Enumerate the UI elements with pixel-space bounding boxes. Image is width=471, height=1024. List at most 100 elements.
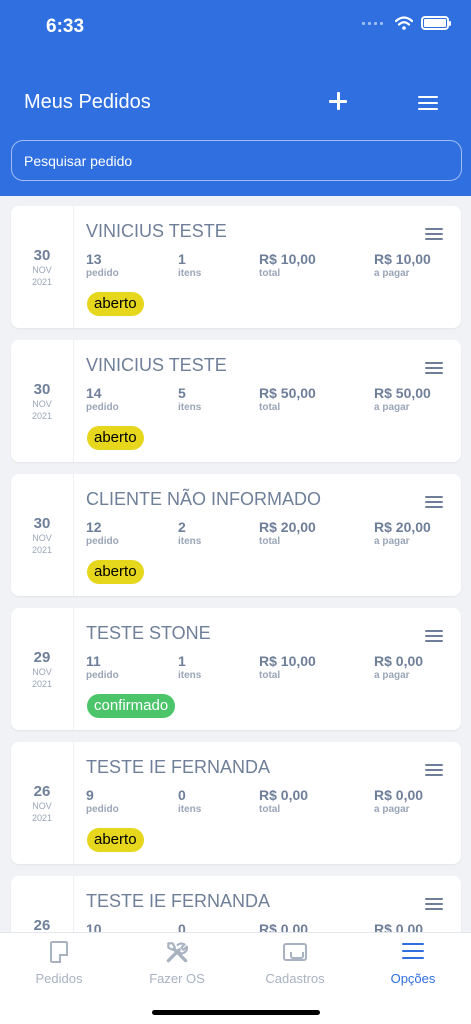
order-items-value: 5 (178, 385, 186, 401)
order-total-value: R$ 0,00 (259, 921, 309, 932)
order-due-value: R$ 10,00 (374, 251, 431, 267)
order-due: R$ 20,00 a pagar (374, 520, 431, 547)
tab-label: Pedidos (35, 971, 83, 986)
order-menu-button[interactable] (425, 764, 443, 776)
inbox-icon (283, 943, 307, 961)
order-total-label: total (259, 670, 281, 681)
order-client: VINICIUS TESTE (86, 355, 227, 375)
status-badge: aberto (87, 560, 144, 584)
order-day: 30 (33, 380, 51, 398)
order-total: R$ 50,00 total (259, 386, 316, 413)
order-menu-button[interactable] (425, 228, 443, 240)
order-total-label: total (259, 402, 281, 413)
tab-label: Cadastros (265, 971, 325, 986)
order-due: R$ 50,00 a pagar (374, 386, 431, 413)
order-due-label: a pagar (374, 670, 410, 681)
order-month: NOV (32, 264, 52, 275)
order-menu-button[interactable] (425, 496, 443, 508)
order-card[interactable]: 26NOV2021 TESTE IE FERNANDA 10pedido 0itens… (11, 876, 461, 932)
order-total: R$ 0,00total (259, 922, 308, 932)
order-due-value: R$ 0,00 (374, 653, 424, 669)
add-order-button[interactable] (327, 90, 349, 112)
order-menu-button[interactable] (425, 630, 443, 642)
order-total-label: total (259, 536, 281, 547)
order-client: TESTE STONE (86, 623, 211, 643)
order-number: 13 pedido (86, 252, 119, 279)
order-card[interactable]: 30 NOV 2021 CLIENTE NÃO INFORMADO 12 pedido 2 i… (11, 474, 461, 596)
order-due-label: a pagar (374, 536, 410, 547)
search-placeholder: Pesquisar pedido (24, 152, 133, 169)
order-year: 2021 (31, 410, 53, 421)
order-client: TESTE IE FERNANDA (86, 757, 271, 777)
order-card[interactable]: 26 NOV 2021 TESTE IE FERNANDA 9 pedido 0 itens R… (11, 742, 461, 864)
order-due-label: a pagar (374, 268, 410, 279)
order-date: 30 NOV 2021 (11, 340, 74, 462)
order-items: 1 itens (178, 252, 201, 279)
order-total: R$ 0,00total (259, 788, 308, 815)
order-card[interactable]: 30 NOV 2021 VINICIUS TESTE 14 pedido 5 itens R$ … (11, 340, 461, 462)
order-number-label: pedido (86, 268, 119, 279)
order-items: 2 itens (178, 520, 201, 547)
order-client: TESTE IE FERNANDA (86, 891, 271, 911)
tab-pedidos[interactable]: Pedidos (0, 933, 118, 993)
order-items: 5 itens (178, 386, 201, 413)
order-month: NOV (32, 666, 52, 677)
tab-opcoes[interactable]: Opções (354, 933, 471, 993)
order-number-value: 9 (86, 787, 94, 803)
order-items-label: itens (178, 402, 202, 413)
order-menu-button[interactable] (425, 898, 443, 910)
order-due: R$ 0,00a pagar (374, 922, 423, 932)
order-date: 26NOV2021 (11, 876, 74, 932)
tab-fazer-os[interactable]: Fazer OS (118, 933, 236, 993)
order-items-value: 0 (178, 921, 186, 932)
order-total: R$ 10,00 total (259, 654, 316, 681)
order-client: VINICIUS TESTE (86, 221, 227, 241)
header-menu-button[interactable] (418, 96, 438, 110)
order-day: 26 (33, 782, 51, 800)
order-number: 14 pedido (86, 386, 119, 413)
order-number-label: pedido (86, 804, 119, 815)
order-total-value: R$ 10,00 (259, 653, 316, 669)
tab-cadastros[interactable]: Cadastros (236, 933, 354, 993)
home-indicator (152, 1010, 320, 1015)
order-card[interactable]: 29 NOV 2021 TESTE STONE 11 pedido 1 itens R$ 10,… (11, 608, 461, 730)
cellular-signal-icon (362, 21, 383, 25)
order-due-value: R$ 50,00 (374, 385, 431, 401)
order-date: 26NOV2021 (11, 742, 74, 864)
document-icon (50, 941, 68, 963)
order-year: 2021 (31, 678, 53, 689)
order-menu-button[interactable] (425, 362, 443, 374)
order-items-value: 1 (178, 251, 186, 267)
order-total-label: total (259, 804, 281, 815)
order-due-value: R$ 0,00 (374, 787, 424, 803)
status-badge: aberto (87, 828, 144, 852)
wifi-icon (395, 16, 413, 30)
order-month: NOV (32, 800, 52, 811)
status-time: 6:33 (46, 16, 85, 37)
order-number-label: pedido (86, 402, 119, 413)
orders-list[interactable]: 30 NOV 2021 VINICIUS TESTE 13 pedido 1 itens R$ … (0, 196, 471, 932)
order-number: 10pedido (86, 922, 119, 932)
order-year: 2021 (31, 812, 53, 823)
order-date: 29 NOV 2021 (11, 608, 74, 730)
search-input[interactable]: Pesquisar pedido (11, 140, 462, 181)
order-date: 30 NOV 2021 (11, 474, 74, 596)
order-due-value: R$ 0,00 (374, 921, 424, 932)
order-due: R$ 0,00a pagar (374, 788, 423, 815)
order-total-value: R$ 0,00 (259, 787, 309, 803)
order-items-label: itens (178, 670, 202, 681)
order-due: R$ 10,00 a pagar (374, 252, 431, 279)
order-year: 2021 (31, 276, 53, 287)
order-number: 9 pedido (86, 788, 119, 815)
order-day: 26 (33, 916, 51, 933)
order-due-label: a pagar (374, 402, 410, 413)
order-items-value: 2 (178, 519, 186, 535)
order-number: 12 pedido (86, 520, 119, 547)
order-items: 0itens (178, 922, 201, 932)
order-number-value: 11 (86, 653, 101, 669)
order-year: 2021 (31, 544, 53, 555)
order-due: R$ 0,00a pagar (374, 654, 423, 681)
battery-icon (421, 16, 451, 30)
order-card[interactable]: 30 NOV 2021 VINICIUS TESTE 13 pedido 1 itens R$ … (11, 206, 461, 328)
order-total-value: R$ 10,00 (259, 251, 316, 267)
